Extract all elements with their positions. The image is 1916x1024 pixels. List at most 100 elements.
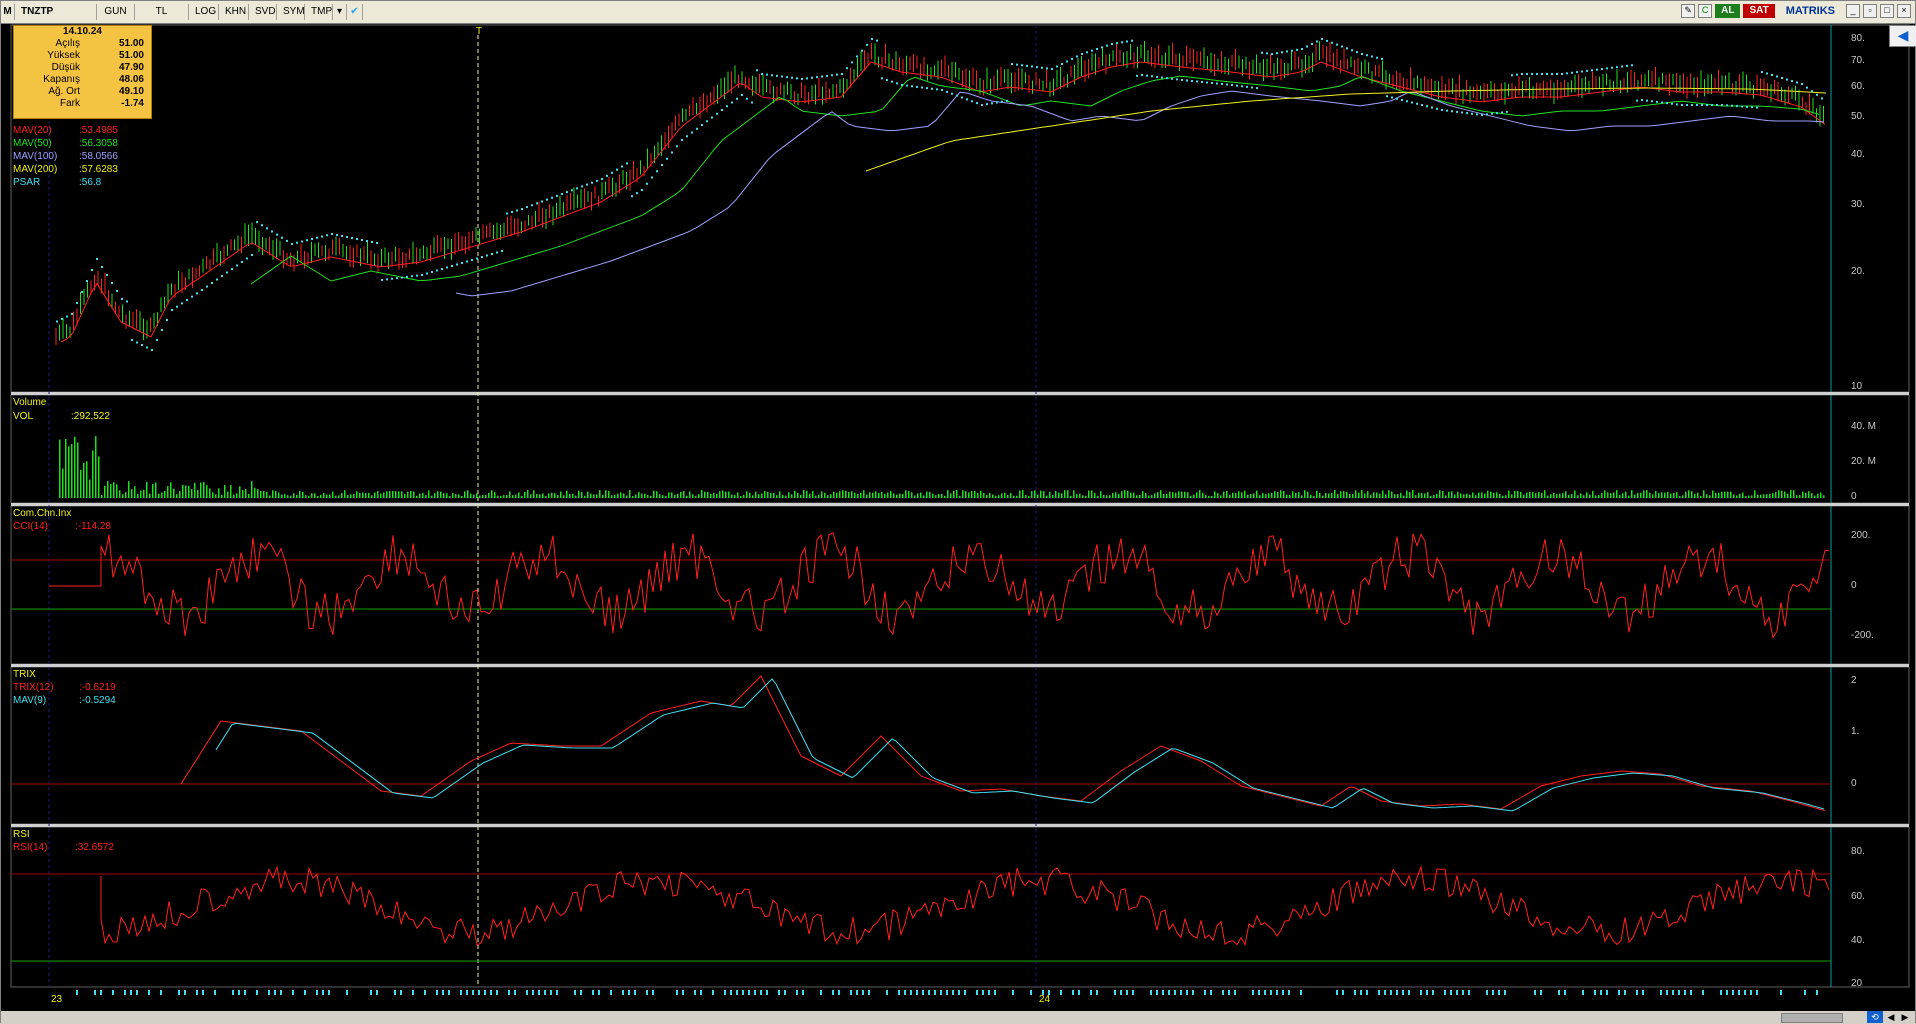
volume-bar	[296, 494, 298, 498]
psar-dot	[226, 271, 228, 274]
volume-bar	[1388, 490, 1390, 498]
volume-bar	[632, 495, 634, 498]
psar-dot	[1601, 68, 1603, 70]
scroll-left-icon[interactable]: ◀	[1885, 1011, 1897, 1023]
nav-icon[interactable]: ⟲	[1867, 1011, 1883, 1023]
psar-dot	[1821, 97, 1823, 100]
volume-axis-label: 40. M	[1851, 421, 1877, 432]
volume-bar	[1286, 494, 1288, 498]
time-tick	[94, 990, 96, 995]
psar-dot	[316, 236, 318, 239]
psar-dot	[1246, 85, 1248, 88]
volume-bar	[875, 491, 877, 498]
volume-bar	[623, 493, 625, 498]
time-tick	[958, 990, 960, 995]
volume-bar	[209, 488, 211, 498]
volume-bar	[848, 492, 850, 498]
chart-panel	[10, 505, 1910, 665]
volume-bar	[1049, 492, 1051, 498]
volume-bar	[1700, 495, 1702, 498]
volume-bar	[173, 488, 175, 498]
volume-bar	[1418, 492, 1420, 498]
volume-bar	[917, 493, 919, 498]
time-tick	[1666, 990, 1668, 995]
panel-separator	[11, 392, 1909, 395]
volume-bar	[323, 493, 325, 498]
psar-dot	[1146, 74, 1148, 77]
psar-dot	[1646, 99, 1648, 102]
time-tick	[346, 990, 348, 995]
volume-bar	[1124, 490, 1126, 498]
scroll-right-icon[interactable]: ▶	[1899, 1011, 1911, 1023]
psar-dot	[251, 254, 253, 256]
psar-dot	[156, 339, 158, 341]
volume-bar	[1820, 492, 1822, 498]
volume-bar	[713, 492, 715, 498]
volume-bar	[1247, 494, 1249, 498]
time-tick	[1060, 990, 1062, 995]
scroll-thumb[interactable]	[1781, 1013, 1843, 1023]
psar-dot	[1421, 104, 1423, 106]
time-tick	[1678, 990, 1680, 995]
volume-bar	[1193, 494, 1195, 498]
psar-dot	[301, 240, 303, 243]
volume-bar	[1394, 494, 1396, 498]
psar-dot	[1626, 64, 1628, 67]
time-tick	[730, 990, 732, 995]
psar-dot	[1306, 45, 1308, 48]
volume-bar	[800, 494, 802, 498]
horizontal-scrollbar[interactable]: ⟲ ◀ ▶	[1, 1011, 1915, 1023]
info-label: Fark	[60, 98, 80, 109]
psar-dot	[1681, 104, 1683, 106]
volume-bar	[116, 484, 118, 498]
psar-dot	[366, 240, 368, 242]
volume-bar	[674, 494, 676, 498]
back-arrow-icon[interactable]: ◀	[1889, 25, 1916, 47]
volume-bar	[275, 490, 277, 498]
psar-dot	[91, 269, 93, 271]
psar-dot	[641, 189, 643, 191]
time-tick	[1492, 990, 1494, 995]
volume-bar	[1787, 493, 1789, 498]
volume-bar	[89, 479, 91, 498]
psar-dot	[1546, 73, 1548, 75]
psar-dot	[1296, 48, 1298, 51]
volume-bar	[1148, 495, 1150, 498]
volume-bar	[755, 491, 757, 498]
volume-bar	[227, 491, 229, 498]
time-tick	[1744, 990, 1746, 995]
psar-dot	[491, 253, 493, 255]
volume-bar	[710, 493, 712, 498]
psar-dot	[1656, 100, 1658, 103]
volume-bar	[221, 494, 223, 498]
psar-dot	[1231, 84, 1233, 86]
psar-dot	[891, 80, 893, 83]
time-tick	[184, 990, 186, 995]
psar-dot	[946, 90, 948, 93]
volume-bar	[326, 494, 328, 498]
time-tick	[436, 990, 438, 995]
time-tick	[1360, 990, 1362, 995]
psar-dot	[1106, 44, 1108, 47]
psar-dot	[1801, 83, 1803, 85]
psar-dot	[1796, 81, 1798, 84]
psar-dot	[1501, 111, 1503, 114]
psar-dot	[586, 183, 588, 186]
psar-dot	[336, 234, 338, 236]
psar-dot	[896, 82, 898, 85]
volume-bar	[230, 485, 232, 498]
volume-bar	[134, 486, 136, 498]
psar-dot	[1561, 73, 1563, 75]
volume-bar	[1469, 494, 1471, 498]
volume-bar	[1538, 491, 1540, 498]
volume-bar	[1472, 492, 1474, 498]
legend-value: :-0.5294	[79, 695, 116, 706]
volume-bar	[884, 493, 886, 498]
volume-bar	[1358, 492, 1360, 498]
psar-dot	[361, 239, 363, 241]
psar-dot	[1346, 47, 1348, 50]
psar-dot	[1161, 76, 1163, 79]
chart-canvas[interactable]	[1, 1, 1916, 1024]
psar-dot	[241, 261, 243, 263]
psar-dot	[1526, 73, 1528, 75]
